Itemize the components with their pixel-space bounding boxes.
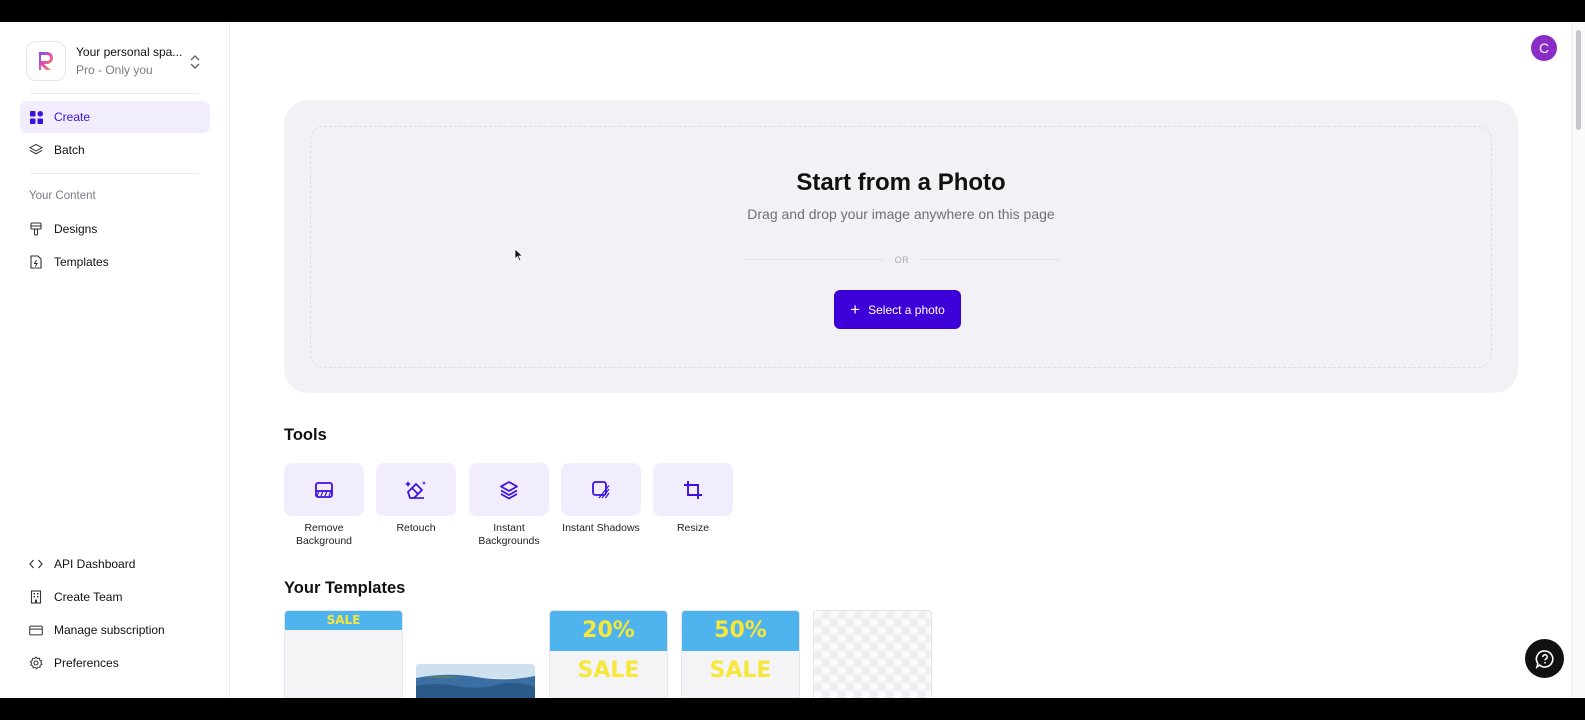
sidebar-item-create-team[interactable]: Create Team xyxy=(20,581,210,613)
help-chat-icon xyxy=(1535,649,1554,669)
grid-icon xyxy=(29,110,43,124)
stack-icon xyxy=(500,480,518,499)
sidebar-item-designs[interactable]: Designs xyxy=(20,213,210,245)
photo-dropzone[interactable]: Start from a Photo Drag and drop your im… xyxy=(310,126,1492,368)
tool-instant-shadows[interactable]: Instant Shadows xyxy=(561,463,641,535)
page-scrollbar[interactable] xyxy=(1571,22,1585,698)
sidebar-item-preferences[interactable]: Preferences xyxy=(20,647,210,679)
template-file-icon xyxy=(29,255,43,269)
sidebar-item-label: API Dashboard xyxy=(54,557,136,571)
sidebar-item-label: Manage subscription xyxy=(54,623,165,637)
templates-heading: Your Templates xyxy=(284,579,406,597)
gear-icon xyxy=(29,656,43,670)
sidebar-item-label: Create Team xyxy=(54,590,123,604)
sidebar-item-api-dashboard[interactable]: API Dashboard xyxy=(20,548,210,580)
or-divider: OR xyxy=(744,255,1060,265)
app-window: Your personal spa... Pro - Only you Crea… xyxy=(0,22,1585,698)
template-card[interactable]: 50% SALE xyxy=(681,610,800,698)
code-icon xyxy=(29,557,43,571)
sidebar-item-label: Templates xyxy=(54,255,109,269)
sidebar: Your personal spa... Pro - Only you Crea… xyxy=(0,22,230,698)
tool-instant-backgrounds[interactable]: Instant Backgrounds xyxy=(469,463,549,548)
remove-background-icon xyxy=(315,481,333,498)
layers-icon xyxy=(29,143,43,157)
section-label-your-content: Your Content xyxy=(29,190,96,202)
brush-icon xyxy=(29,222,43,236)
template-banner: 20% SALE xyxy=(550,611,667,683)
eraser-icon xyxy=(405,480,426,499)
help-button[interactable] xyxy=(1525,639,1564,678)
sidebar-item-label: Batch xyxy=(54,143,85,157)
template-card[interactable] xyxy=(813,610,932,698)
sidebar-item-batch[interactable]: Batch xyxy=(20,134,210,166)
tool-remove-background[interactable]: Remove Background xyxy=(284,463,364,548)
sidebar-item-templates[interactable]: Templates xyxy=(20,246,210,278)
tool-label: Instant Shadows xyxy=(562,522,640,534)
mouse-cursor-icon xyxy=(514,248,524,262)
chevron-up-down-icon[interactable] xyxy=(188,52,202,72)
plus-icon: + xyxy=(850,300,861,319)
tool-label: Remove Background xyxy=(295,522,353,547)
shadow-icon xyxy=(592,480,610,498)
sidebar-item-manage-subscription[interactable]: Manage subscription xyxy=(20,614,210,646)
upload-subtitle: Drag and drop your image anywhere on thi… xyxy=(747,206,1055,222)
or-label: OR xyxy=(894,255,910,265)
tool-label: Resize xyxy=(676,522,710,534)
workspace-title: Your personal spa... xyxy=(76,45,183,59)
template-landscape-image xyxy=(416,664,535,698)
sidebar-item-label: Create xyxy=(54,110,91,124)
credit-card-icon xyxy=(29,623,43,637)
template-card[interactable] xyxy=(416,664,535,698)
sidebar-divider xyxy=(30,93,198,94)
upload-title: Start from a Photo xyxy=(796,169,1006,196)
template-banner: SALE xyxy=(285,611,402,630)
user-avatar[interactable]: C xyxy=(1531,35,1557,61)
sidebar-item-label: Designs xyxy=(54,222,98,236)
app-logo xyxy=(26,41,66,81)
select-photo-button[interactable]: + Select a photo xyxy=(834,290,961,329)
upload-card: Start from a Photo Drag and drop your im… xyxy=(284,100,1518,393)
workspace-switcher[interactable]: Your personal spa... Pro - Only you xyxy=(26,41,216,81)
tool-label: Instant Backgrounds xyxy=(478,522,540,547)
tools-heading: Tools xyxy=(284,426,327,444)
template-card[interactable]: 20% SALE xyxy=(549,610,668,698)
template-card[interactable]: SALE xyxy=(284,610,403,698)
template-banner: 50% SALE xyxy=(682,611,799,683)
scrollbar-thumb[interactable] xyxy=(1576,30,1581,130)
sidebar-item-label: Preferences xyxy=(54,656,119,670)
building-icon xyxy=(29,590,43,604)
tool-resize[interactable]: Resize xyxy=(653,463,733,535)
select-photo-label: Select a photo xyxy=(868,302,945,317)
crop-icon xyxy=(684,480,702,499)
sidebar-divider xyxy=(30,173,198,174)
tool-retouch[interactable]: Retouch xyxy=(376,463,456,535)
sidebar-item-create[interactable]: Create xyxy=(20,101,210,133)
tool-label: Retouch xyxy=(396,522,436,534)
workspace-plan: Pro - Only you xyxy=(76,63,153,77)
